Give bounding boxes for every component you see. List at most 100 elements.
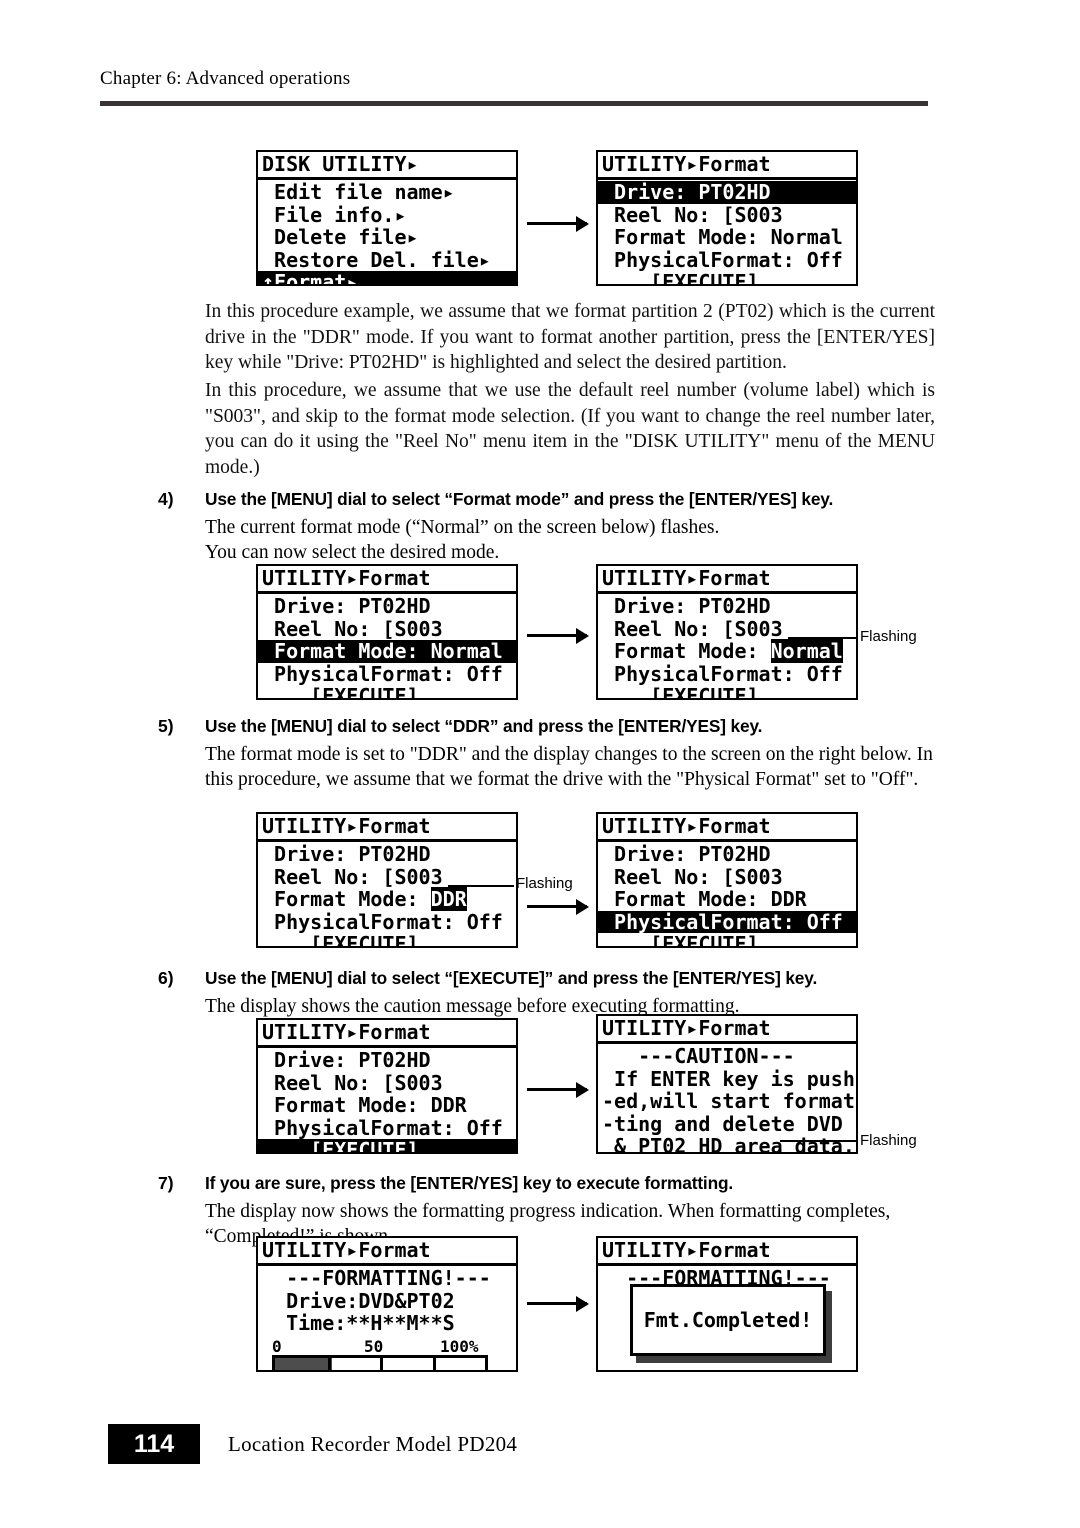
flashing-value: Normal <box>770 639 843 663</box>
lcd-row: & PT02 HD area data. <box>602 1134 855 1154</box>
completed-dialog-text: Fmt.Completed! <box>643 1308 813 1332</box>
callout-leader <box>448 885 514 887</box>
lcd-row-flashing-value: Format Mode: Normal <box>598 639 856 663</box>
flow-arrow <box>527 222 587 225</box>
lcd-row: PhysicalFormat: Off <box>262 1115 503 1140</box>
lcd-rows: Drive: PT02HD Reel No: [S003 Format Mode… <box>598 180 856 286</box>
progress-tick-label-100: 100% <box>440 1336 479 1356</box>
lcd-row: [EXECUTE] <box>602 932 759 948</box>
lcd-rows: Drive: PT02HD Reel No: [S003 Format Mode… <box>258 1048 516 1152</box>
lcd-row-highlighted: Drive: PT02HD <box>598 181 856 204</box>
lcd-row-label: Format Mode: <box>602 639 771 663</box>
lcd-row-highlighted: ↕Format▸ <box>258 271 516 284</box>
progress-fill <box>275 1357 332 1370</box>
lcd-row: PhysicalFormat: Off <box>262 909 503 934</box>
step-6: 6) Use the [MENU] dial to select “[EXECU… <box>158 966 938 1019</box>
lcd-row: [EXECUTE] <box>262 932 419 948</box>
lcd-row-flashing-value: Format Mode: DDR <box>258 887 516 911</box>
lcd-title: UTILITY▸Format <box>598 152 856 180</box>
lcd-row: Format Mode: DDR <box>602 887 807 911</box>
lcd-row-highlighted: [EXECUTE] <box>258 1139 516 1152</box>
lcd-row: Edit file name▸ <box>262 180 455 204</box>
lcd-row-label: Format Mode: <box>262 887 431 911</box>
chapter-title: Chapter 6: Advanced operations <box>100 68 351 89</box>
step-heading: Use the [MENU] dial to select “Format mo… <box>205 489 834 509</box>
lcd-row: [EXECUTE] <box>262 684 419 700</box>
step-number: 6) <box>158 968 174 988</box>
lcd-row: Drive: PT02HD <box>262 594 431 618</box>
lcd-title: UTILITY▸Format <box>598 566 856 594</box>
lcd-row: File info.▸ <box>262 202 407 227</box>
lcd-title: UTILITY▸Format <box>258 1238 516 1266</box>
lcd-disk-utility: DISK UTILITY▸ Edit file name▸ File info.… <box>256 150 518 286</box>
step-5: 5) Use the [MENU] dial to select “DDR” a… <box>158 714 938 793</box>
lcd-row: If ENTER key is push <box>602 1066 855 1091</box>
lcd-row: PhysicalFormat: Off <box>602 247 843 272</box>
paragraph-2: In this procedure, we assume that we use… <box>205 380 935 478</box>
progress-scale: 0 50 100% <box>272 1336 488 1356</box>
lcd-rows: Drive: PT02HD Reel No: [S003 Format Mode… <box>258 842 516 948</box>
lcd-row: Drive: PT02HD <box>262 842 431 866</box>
lcd-row: ---FORMATTING!--- <box>262 1266 491 1290</box>
lcd-row: Format Mode: DDR <box>262 1093 467 1117</box>
progress-tick <box>327 1357 331 1370</box>
flashing-label: Flashing <box>516 875 573 892</box>
completed-dialog: Fmt.Completed! <box>630 1284 826 1356</box>
lcd-row: Drive: PT02HD <box>602 594 771 618</box>
progress-tick <box>380 1357 383 1370</box>
flow-arrow <box>527 1088 587 1091</box>
lcd-row: Drive: PT02HD <box>262 1048 431 1072</box>
lcd-format-completed: UTILITY▸Format ---FORMATTING!--- Fmt.Com… <box>596 1236 858 1372</box>
progress-tick-label-50: 50 <box>364 1336 384 1356</box>
lcd-row-highlighted: Format Mode: Normal <box>258 640 516 663</box>
lcd-rows: ---FORMATTING!--- Drive:DVD&PT02 Time:**… <box>258 1266 516 1370</box>
lcd-row: Reel No: [S003 <box>262 1070 443 1095</box>
callout-leader <box>788 637 858 639</box>
lcd-row: PhysicalFormat: Off <box>262 661 503 686</box>
step-heading: Use the [MENU] dial to select “[EXECUTE]… <box>205 968 818 988</box>
footer-product-text: Location Recorder Model PD204 <box>228 1432 518 1456</box>
progress-tick-label-0: 0 <box>272 1336 282 1356</box>
step-4: 4) Use the [MENU] dial to select “Format… <box>158 487 938 566</box>
step-number: 5) <box>158 716 174 736</box>
lcd-format-drive-selected: UTILITY▸Format Drive: PT02HD Reel No: [S… <box>596 150 858 286</box>
lcd-row: -ting and delete DVD <box>602 1111 843 1136</box>
lcd-row: Delete file▸ <box>262 225 419 249</box>
lcd-format-mode-flashing-normal: UTILITY▸Format Drive: PT02HD Reel No: [S… <box>596 564 858 700</box>
progress-bar: 0 50 100% <box>272 1336 488 1370</box>
lcd-row: PhysicalFormat: Off <box>602 661 843 686</box>
lcd-row: [EXECUTE] <box>602 684 759 700</box>
flashing-label: Flashing <box>860 628 917 645</box>
lcd-row: ---CAUTION--- <box>602 1044 795 1068</box>
lcd-row: Drive: PT02HD <box>602 842 771 866</box>
lcd-execute-selected: UTILITY▸Format Drive: PT02HD Reel No: [S… <box>256 1018 518 1154</box>
step-heading: If you are sure, press the [ENTER/YES] k… <box>205 1173 734 1193</box>
progress-track <box>272 1354 488 1370</box>
lcd-title: UTILITY▸Format <box>258 566 516 594</box>
lcd-caution: UTILITY▸Format ---CAUTION--- If ENTER ke… <box>596 1014 858 1154</box>
lcd-row: Drive:DVD&PT02 <box>262 1288 455 1313</box>
lcd-physical-format-selected: UTILITY▸Format Drive: PT02HD Reel No: [S… <box>596 812 858 948</box>
step-body: The current format mode (“Normal” on the… <box>205 516 720 564</box>
page-number-badge: 114 <box>108 1424 200 1464</box>
lcd-row: [EXECUTE] <box>602 270 759 286</box>
callout-leader <box>780 1140 858 1142</box>
step-number: 7) <box>158 1173 174 1193</box>
flow-arrow <box>527 905 587 908</box>
lcd-formatting-progress: UTILITY▸Format ---FORMATTING!--- Drive:D… <box>256 1236 518 1372</box>
lcd-rows: Drive: PT02HD Reel No: [S003 Format Mode… <box>598 594 856 700</box>
lcd-row: Restore Del. file▸ <box>262 247 491 272</box>
lcd-rows: Drive: PT02HD Reel No: [S003 Format Mode… <box>258 594 516 700</box>
lcd-rows: Drive: PT02HD Reel No: [S003 Format Mode… <box>598 842 856 948</box>
lcd-row: -ed,will start format <box>602 1089 855 1113</box>
step-number: 4) <box>158 489 174 509</box>
lcd-title: UTILITY▸Format <box>598 814 856 842</box>
header-divider <box>100 101 928 106</box>
page-header: Chapter 6: Advanced operations <box>100 68 928 90</box>
lcd-title: DISK UTILITY▸ <box>258 152 516 180</box>
paragraph-1: In this procedure example, we assume tha… <box>205 301 935 373</box>
lcd-format-mode-flashing-ddr: UTILITY▸Format Drive: PT02HD Reel No: [S… <box>256 812 518 948</box>
step-heading: Use the [MENU] dial to select “DDR” and … <box>205 716 763 736</box>
lcd-title: UTILITY▸Format <box>598 1016 856 1044</box>
lcd-title: UTILITY▸Format <box>598 1238 856 1266</box>
